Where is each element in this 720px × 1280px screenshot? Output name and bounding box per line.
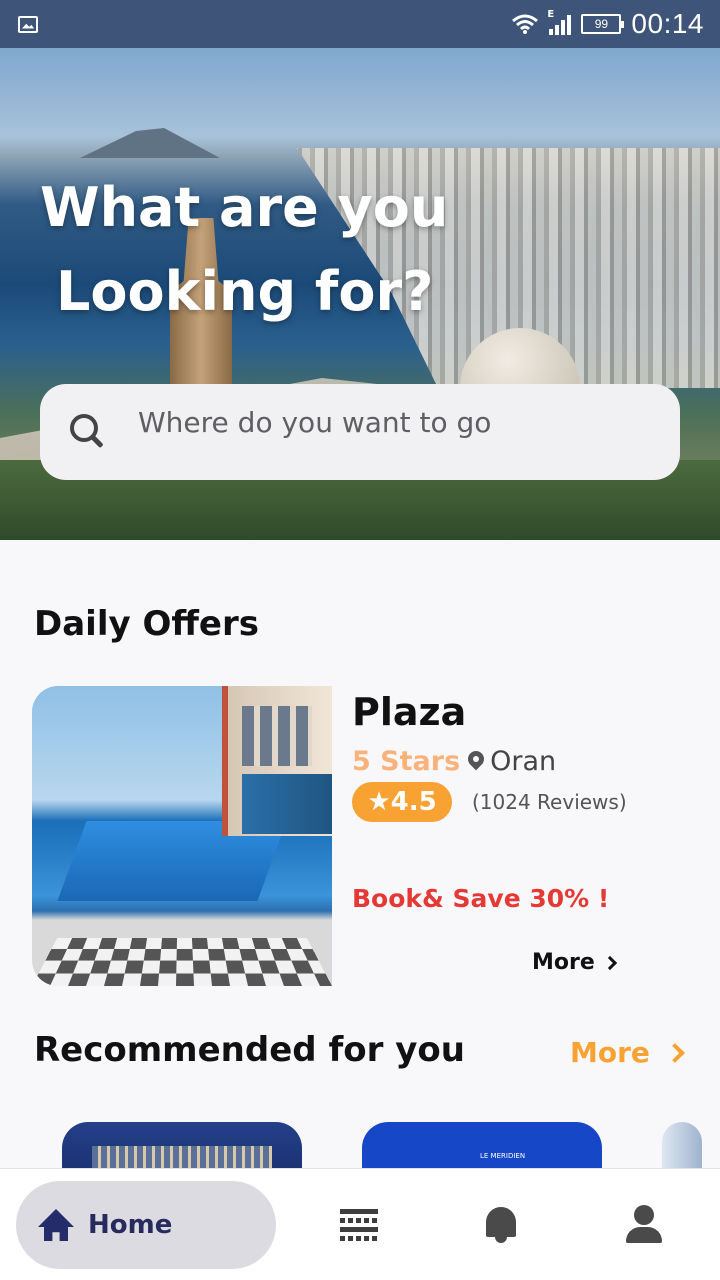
offer-deal: Book& Save 30% ! [352,884,610,913]
rating-row: ★4.5 (1024 Reviews) [352,782,627,822]
reviews-count: (1024 Reviews) [472,790,627,814]
status-bar-right: E 99 00:14 [511,8,704,40]
profile-icon[interactable] [624,1205,664,1245]
offer-name: Plaza [352,690,467,734]
rating-badge: ★4.5 [352,782,452,822]
gallery-notification-icon [18,15,38,33]
offer-city: Oran [490,746,557,777]
offer-hotel-image[interactable] [32,686,332,986]
offer-stars: 5 Stars [352,746,461,777]
bottom-nav: Home [0,1168,720,1280]
location-pin-icon [468,751,484,773]
chevron-right-icon [665,1042,685,1063]
tiles-shape [32,938,332,986]
search-bar[interactable] [40,384,680,480]
status-bar: E 99 00:14 [0,0,720,48]
offer-meta: 5 Stars Oran [352,746,556,777]
battery-level: 99 [594,17,609,31]
recommended-more-button[interactable]: More [570,1036,685,1069]
nav-home-label: Home [88,1210,173,1240]
status-bar-left [18,15,511,33]
hero-title-line2: Looking for? [56,260,434,323]
daily-offers-title: Daily Offers [34,604,259,644]
recommended-more-label: More [570,1036,650,1069]
offer-more-label: More [532,950,595,975]
list-icon[interactable] [340,1205,380,1245]
nav-home[interactable]: Home [16,1181,276,1269]
recommended-title: Recommended for you [34,1030,465,1070]
bell-icon[interactable] [482,1205,522,1245]
battery-icon: 99 [581,14,625,34]
offer-more-button[interactable]: More [532,950,617,975]
glass-facade-shape [242,774,332,834]
network-type: E [547,9,555,20]
clock: 00:14 [631,8,704,39]
search-icon [68,412,108,452]
offer-card[interactable]: Plaza 5 Stars Oran ★4.5 (1024 Reviews) B… [32,686,672,986]
hero-image-mountain [80,128,220,158]
wifi-icon [511,13,539,35]
hero-title: What are you Looking for? [40,166,448,334]
hero-title-line1: What are you [40,176,449,239]
signal-icon: E [547,9,572,35]
search-input[interactable] [138,405,638,459]
home-icon [38,1209,74,1241]
chevron-right-icon [602,955,617,970]
